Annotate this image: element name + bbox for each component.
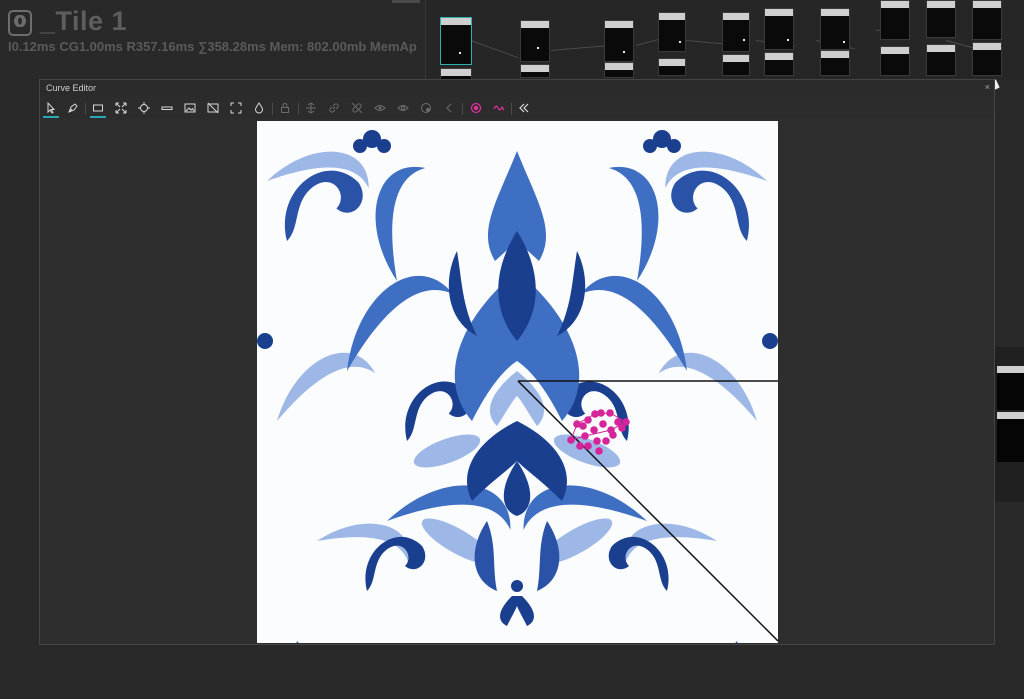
graph-node[interactable] xyxy=(972,0,1002,40)
graph-node[interactable] xyxy=(820,50,850,76)
drop-tool-button[interactable] xyxy=(250,100,268,116)
graph-node[interactable] xyxy=(722,12,750,52)
pen-tool-button[interactable] xyxy=(64,100,82,116)
drop-icon xyxy=(254,102,264,114)
panel-titlebar[interactable]: Curve Editor × xyxy=(40,80,994,97)
image-slash-icon xyxy=(207,102,219,114)
graph-title: _Tile 1 xyxy=(40,6,128,36)
toolbar-separator xyxy=(511,103,512,115)
previous-tool-button[interactable] xyxy=(440,100,458,116)
unlink-tool-button[interactable] xyxy=(348,100,366,116)
side-graph-node[interactable] xyxy=(997,366,1024,410)
double-chevron-left-icon xyxy=(519,103,529,113)
graph-node[interactable] xyxy=(880,46,910,76)
visible-all-tool-button[interactable] xyxy=(394,100,412,116)
palette-tool-button[interactable] xyxy=(417,100,435,116)
toolbar-separator xyxy=(462,103,463,115)
arrow-cursor-icon xyxy=(47,102,56,114)
link-tool-button[interactable] xyxy=(325,100,343,116)
pen-nib-icon xyxy=(68,103,78,113)
curve-tool-button[interactable] xyxy=(490,100,508,116)
toolbar-separator xyxy=(272,103,273,115)
app-logo-icon xyxy=(8,10,32,36)
graph-node[interactable] xyxy=(520,20,550,62)
eye-icon xyxy=(374,105,386,111)
graph-node[interactable] xyxy=(658,12,686,52)
visible-tool-button[interactable] xyxy=(371,100,389,116)
side-graph-node[interactable] xyxy=(997,412,1024,462)
frame-tool-button[interactable] xyxy=(227,100,245,116)
chevron-left-icon xyxy=(446,103,452,113)
graph-node[interactable] xyxy=(764,8,794,50)
expand-arrows-icon xyxy=(115,102,127,114)
graph-node[interactable] xyxy=(880,0,910,40)
image-icon xyxy=(184,103,196,113)
graph-node[interactable] xyxy=(820,8,850,50)
graph-node[interactable] xyxy=(604,20,634,62)
fit-tool-button[interactable] xyxy=(112,100,130,116)
split-vertical-icon xyxy=(306,102,316,114)
crosshair-icon xyxy=(138,102,150,114)
no-image-tool-button[interactable] xyxy=(204,100,222,116)
rectangle-tool-button[interactable] xyxy=(89,100,107,118)
curve-editor-viewport[interactable] xyxy=(40,119,994,644)
link-icon xyxy=(329,103,339,113)
lock-icon xyxy=(281,103,289,113)
damask-pattern-image xyxy=(257,121,778,643)
eye-outline-icon xyxy=(397,105,409,111)
top-tab-handle[interactable] xyxy=(392,0,420,3)
performance-stats: I0.12ms CG1.00ms R357.16ms ∑358.28ms Mem… xyxy=(8,39,417,54)
close-icon[interactable]: × xyxy=(985,82,990,92)
collapse-tool-button[interactable] xyxy=(515,100,533,116)
graph-node[interactable] xyxy=(520,64,550,78)
bar-icon xyxy=(161,106,173,110)
graph-node[interactable] xyxy=(926,0,956,38)
curve-editor-toolbar xyxy=(40,97,994,119)
graph-node[interactable] xyxy=(764,52,794,76)
toolbar-separator xyxy=(298,103,299,115)
graph-node[interactable] xyxy=(604,62,634,78)
split-tool-button[interactable] xyxy=(302,100,320,116)
curve-wave-icon xyxy=(493,105,505,111)
texture-preview-canvas[interactable] xyxy=(257,121,778,643)
node-wire xyxy=(551,45,606,51)
graph-node[interactable] xyxy=(722,54,750,76)
curve-editor-panel[interactable]: Curve Editor × xyxy=(39,79,995,645)
node-graph-area[interactable] xyxy=(425,0,1024,80)
frame-corners-icon xyxy=(230,102,242,114)
unlink-icon xyxy=(351,102,363,114)
select-tool-button[interactable] xyxy=(42,100,60,118)
node-wire xyxy=(470,40,518,59)
panel-title: Curve Editor xyxy=(46,83,97,93)
rectangle-icon xyxy=(93,104,103,112)
target-tool-button[interactable] xyxy=(135,100,153,116)
bar-tool-button[interactable] xyxy=(158,100,176,116)
graph-node[interactable] xyxy=(972,42,1002,76)
app-root: _Tile 1 I0.12ms CG1.00ms R357.16ms ∑358.… xyxy=(0,0,1024,699)
record-icon xyxy=(470,102,482,114)
graph-node[interactable] xyxy=(658,58,686,76)
graph-node[interactable] xyxy=(440,17,472,65)
palette-icon xyxy=(421,103,431,113)
record-tool-button[interactable] xyxy=(467,100,485,116)
lock-tool-button[interactable] xyxy=(276,100,294,116)
image-tool-button[interactable] xyxy=(181,100,199,116)
toolbar-separator xyxy=(85,103,86,115)
graph-node[interactable] xyxy=(926,44,956,76)
